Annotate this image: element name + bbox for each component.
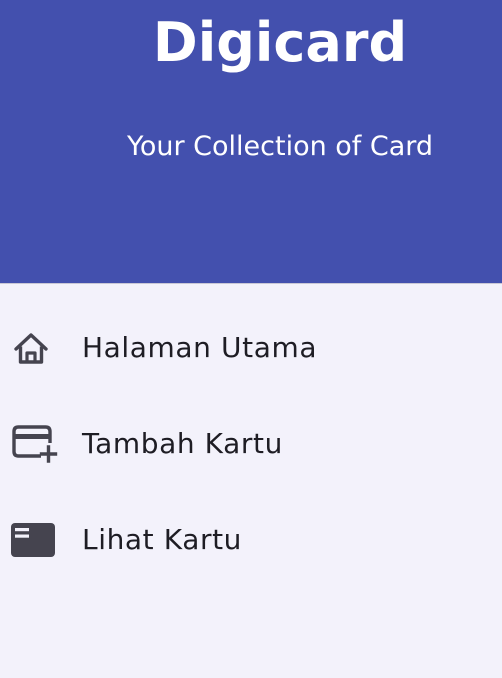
- menu-item-halaman-utama[interactable]: Halaman Utama: [0, 300, 502, 396]
- add-card-icon: [10, 424, 58, 464]
- menu-item-label: Lihat Kartu: [82, 523, 243, 556]
- menu-item-tambah-kartu[interactable]: Tambah Kartu: [0, 396, 502, 492]
- menu-item-lihat-kartu[interactable]: Lihat Kartu: [0, 492, 502, 588]
- navigation-drawer: Digicard Your Collection of Card Halaman…: [0, 0, 502, 678]
- app-subtitle: Your Collection of Card: [126, 131, 434, 162]
- view-card-icon: [10, 520, 58, 560]
- menu-item-label: Tambah Kartu: [82, 427, 283, 460]
- menu-item-label: Halaman Utama: [82, 331, 318, 364]
- home-icon: [10, 328, 58, 368]
- app-title: Digicard: [152, 11, 408, 74]
- drawer-header: Digicard Your Collection of Card: [0, 0, 502, 284]
- drawer-menu: Halaman Utama Tambah Kartu Lihat Kartu: [0, 300, 502, 588]
